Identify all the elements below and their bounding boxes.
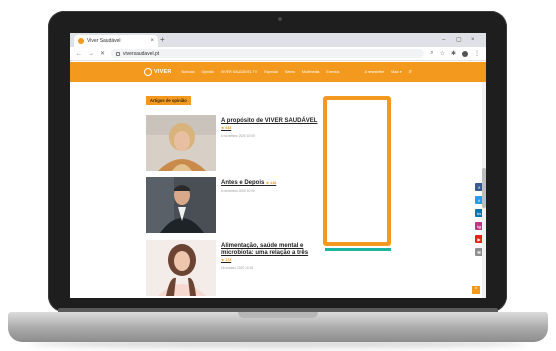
scrollbar-thumb[interactable] [482,168,486,208]
section-title: Artigos de opinião [146,96,191,105]
extension-icon[interactable]: ✱ [451,50,456,57]
url-input[interactable]: viversaudavel.pt [111,49,425,58]
address-bar: ← → ✕ viversaudavel.pt ⌕ ☆ ✱ ⋮ [70,47,486,61]
ad-banner[interactable] [323,96,391,246]
menu-item[interactable]: Notícias [182,70,195,74]
article-badge-row: ★ 172 [221,257,319,264]
article-title[interactable]: Alimentação, saúde mental e microbiota: … [221,243,319,257]
article-title[interactable]: Antes e Depois [221,180,264,186]
logo-text: VIVER [154,69,172,75]
maximize-button[interactable]: ▢ [456,35,462,45]
site-logo[interactable]: VIVER [144,68,172,76]
browser-tab[interactable]: Viver Saudável × [74,35,158,47]
laptop-mockup: Viver Saudável × + – ▢ × ← → ✕ viversaud… [0,0,556,351]
menu-item[interactable]: Especial [264,70,278,74]
article-date: 6 novembro 2020 10:00 [221,134,255,138]
menu-item[interactable]: Séries [285,70,295,74]
article-thumbnail[interactable] [146,177,216,233]
lock-icon [116,51,121,56]
ad-banner-strip [325,248,391,251]
article-card[interactable]: Antes e Depois ★ 448 6 novembro 2020 10:… [146,177,316,233]
article-date: 6 novembro 2020 10:00 [221,189,255,193]
menu-item[interactable]: VIVER SAUDÁVEL TV [221,70,257,74]
article-badge: ★ 172 [221,258,232,262]
tab-bar: Viver Saudável × + – ▢ × [70,33,486,47]
newsletter-link[interactable]: A newsletter [365,70,385,74]
menu-item[interactable]: Eventos [326,70,339,74]
article-badge: ★ 448 [221,126,232,130]
star-icon[interactable]: ☆ [440,50,445,57]
forward-button[interactable]: → [88,51,94,57]
site-favicon-icon [78,38,84,44]
reload-button[interactable]: ✕ [100,50,105,57]
page-content: Artigos de opinião A propósito de VIVER … [70,82,486,298]
browser-window: Viver Saudável × + – ▢ × ← → ✕ viversaud… [70,33,486,298]
search-icon[interactable]: ⌕ [409,69,412,76]
tab-title: Viver Saudável [87,38,121,44]
search-icon[interactable]: ⌕ [430,50,433,57]
article-title[interactable]: A propósito de VIVER SAUDÁVEL [221,118,319,125]
tab-close-icon[interactable]: × [150,38,154,44]
new-tab-button[interactable]: + [160,35,165,45]
laptop-notch [238,312,318,318]
main-menu: Notícias Opinião VIVER SAUDÁVEL TV Espec… [182,70,340,74]
logo-mark-icon [144,68,152,76]
menu-kebab-icon[interactable]: ⋮ [474,50,480,57]
url-text: viversaudavel.pt [123,50,160,57]
close-window-button[interactable]: × [471,35,475,45]
minimize-button[interactable]: – [442,35,445,45]
article-date: 16 outubro 2020 10:15 [221,266,254,270]
site-header: VIVER Notícias Opinião VIVER SAUDÁVEL TV… [70,62,486,82]
article-thumbnail[interactable] [146,115,216,171]
back-button[interactable]: ← [76,51,82,57]
header-actions: A newsletter Mais ▾ ⌕ [365,62,412,82]
profile-avatar[interactable] [462,50,468,57]
article-thumbnail[interactable] [146,240,216,296]
article-card[interactable]: A propósito de VIVER SAUDÁVEL ★ 448 6 no… [146,115,319,171]
article-badge: ★ 448 [266,181,277,185]
webcam [278,17,282,21]
menu-item[interactable]: Multimédia [302,70,319,74]
more-menu[interactable]: Mais ▾ [391,70,401,74]
article-card[interactable]: Alimentação, saúde mental e microbiota: … [146,240,316,296]
article-title-row: Antes e Depois ★ 448 [221,180,276,187]
article-badge-row: ★ 448 [221,125,319,132]
menu-item[interactable]: Opinião [202,70,214,74]
back-to-top-button[interactable]: ^ [472,286,480,294]
